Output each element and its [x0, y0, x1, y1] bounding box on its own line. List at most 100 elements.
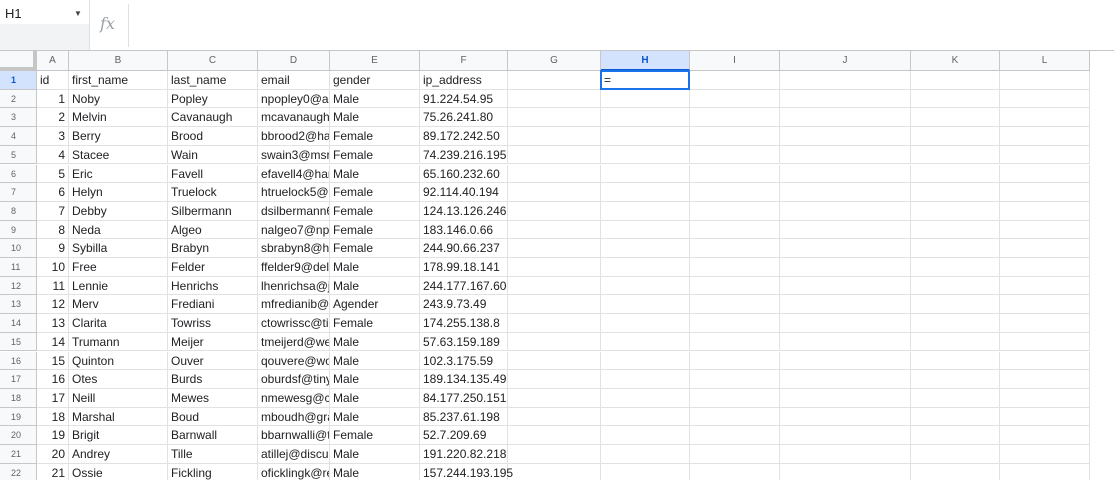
cell-d4[interactable]: bbrood2@ha	[258, 127, 330, 146]
cell-c3[interactable]: Cavanaugh	[168, 108, 258, 128]
cell-g17[interactable]	[508, 370, 601, 389]
column-header-i[interactable]: I	[690, 51, 780, 71]
column-header-l[interactable]: L	[1000, 51, 1090, 71]
cell-l4[interactable]	[1000, 127, 1090, 146]
cell-a11[interactable]: 10	[37, 258, 69, 277]
cell-f17[interactable]: 189.134.135.49	[420, 370, 508, 389]
cell-c11[interactable]: Felder	[168, 258, 258, 277]
cell-a5[interactable]: 4	[37, 145, 69, 165]
cell-j9[interactable]	[780, 220, 911, 240]
cell-k19[interactable]	[911, 407, 1000, 427]
cell-j10[interactable]	[780, 239, 911, 258]
cell-k11[interactable]	[911, 258, 1000, 277]
cell-i11[interactable]	[690, 258, 780, 277]
cell-h4[interactable]	[601, 127, 690, 146]
cell-l2[interactable]	[1000, 89, 1090, 109]
cell-e17[interactable]: Male	[330, 370, 420, 389]
spreadsheet-grid[interactable]: ABCDEFGHIJKL 1 2 3 4 5 6 7 8 9 10 11 12 13 14 15 16 17 18…	[0, 51, 1114, 480]
cell-k7[interactable]	[911, 183, 1000, 202]
cell-i8[interactable]	[690, 201, 780, 221]
cell-d5[interactable]: swain3@msr	[258, 145, 330, 165]
cell-d12[interactable]: lhenrichsa@j	[258, 276, 330, 296]
cell-h6[interactable]	[601, 164, 690, 184]
cell-h12[interactable]	[601, 276, 690, 296]
cell-a8[interactable]: 7	[37, 201, 69, 221]
cell-a4[interactable]: 3	[37, 127, 69, 146]
row-header-14[interactable]: 14	[0, 314, 37, 333]
cell-c7[interactable]: Truelock	[168, 183, 258, 202]
cell-k21[interactable]	[911, 445, 1000, 464]
cell-a12[interactable]: 11	[37, 276, 69, 296]
cell-k4[interactable]	[911, 127, 1000, 146]
cell-i20[interactable]	[690, 426, 780, 445]
cell-c1[interactable]: last_name	[168, 71, 258, 90]
cell-b13[interactable]: Merv	[69, 295, 168, 315]
cell-f14[interactable]: 174.255.138.8	[420, 314, 508, 333]
cell-i10[interactable]	[690, 239, 780, 258]
cell-l21[interactable]	[1000, 445, 1090, 464]
cell-e10[interactable]: Female	[330, 239, 420, 258]
cell-h21[interactable]	[601, 445, 690, 464]
cell-g5[interactable]	[508, 145, 601, 165]
cell-e6[interactable]: Male	[330, 164, 420, 184]
cell-a17[interactable]: 16	[37, 370, 69, 389]
cell-d16[interactable]: qouvere@wo	[258, 351, 330, 371]
cell-e1[interactable]: gender	[330, 71, 420, 90]
cell-g9[interactable]	[508, 220, 601, 240]
cell-a6[interactable]: 5	[37, 164, 69, 184]
cell-l6[interactable]	[1000, 164, 1090, 184]
column-header-h[interactable]: H	[601, 51, 690, 71]
column-header-a[interactable]: A	[37, 51, 69, 71]
cell-j19[interactable]	[780, 407, 911, 427]
select-all-corner[interactable]	[0, 51, 37, 71]
cell-j16[interactable]	[780, 351, 911, 371]
cell-l5[interactable]	[1000, 145, 1090, 165]
cell-g3[interactable]	[508, 108, 601, 128]
cell-g6[interactable]	[508, 164, 601, 184]
cell-f20[interactable]: 52.7.209.69	[420, 426, 508, 445]
cell-h9[interactable]	[601, 220, 690, 240]
cell-g1[interactable]	[508, 71, 601, 90]
cell-j6[interactable]	[780, 164, 911, 184]
cell-i2[interactable]	[690, 89, 780, 109]
column-header-e[interactable]: E	[330, 51, 420, 71]
cell-i18[interactable]	[690, 388, 780, 408]
cell-g13[interactable]	[508, 295, 601, 315]
cell-i15[interactable]	[690, 332, 780, 352]
cell-d15[interactable]: tmeijerd@we	[258, 332, 330, 352]
cell-i5[interactable]	[690, 145, 780, 165]
cell-f3[interactable]: 75.26.241.80	[420, 108, 508, 128]
cell-d9[interactable]: nalgeo7@np:	[258, 220, 330, 240]
cell-i19[interactable]	[690, 407, 780, 427]
cell-a3[interactable]: 2	[37, 108, 69, 128]
cell-i7[interactable]	[690, 183, 780, 202]
cell-j14[interactable]	[780, 314, 911, 333]
cell-k22[interactable]	[911, 463, 1000, 480]
cell-j2[interactable]	[780, 89, 911, 109]
cell-c12[interactable]: Henrichs	[168, 276, 258, 296]
cell-l16[interactable]	[1000, 351, 1090, 371]
cell-h11[interactable]	[601, 258, 690, 277]
cell-l12[interactable]	[1000, 276, 1090, 296]
cell-g20[interactable]	[508, 426, 601, 445]
cell-c9[interactable]: Algeo	[168, 220, 258, 240]
cell-e20[interactable]: Female	[330, 426, 420, 445]
cell-l10[interactable]	[1000, 239, 1090, 258]
cell-i6[interactable]	[690, 164, 780, 184]
chevron-down-icon[interactable]: ▼	[74, 9, 82, 18]
cell-c22[interactable]: Fickling	[168, 463, 258, 480]
cell-l19[interactable]	[1000, 407, 1090, 427]
cell-b12[interactable]: Lennie	[69, 276, 168, 296]
cell-i13[interactable]	[690, 295, 780, 315]
cell-i4[interactable]	[690, 127, 780, 146]
cell-i21[interactable]	[690, 445, 780, 464]
cell-d20[interactable]: bbarnwalli@t	[258, 426, 330, 445]
cell-g12[interactable]	[508, 276, 601, 296]
cell-k3[interactable]	[911, 108, 1000, 128]
cell-e13[interactable]: Agender	[330, 295, 420, 315]
cell-g15[interactable]	[508, 332, 601, 352]
cell-c10[interactable]: Brabyn	[168, 239, 258, 258]
cell-f9[interactable]: 183.146.0.66	[420, 220, 508, 240]
cell-b22[interactable]: Ossie	[69, 463, 168, 480]
cell-k15[interactable]	[911, 332, 1000, 352]
